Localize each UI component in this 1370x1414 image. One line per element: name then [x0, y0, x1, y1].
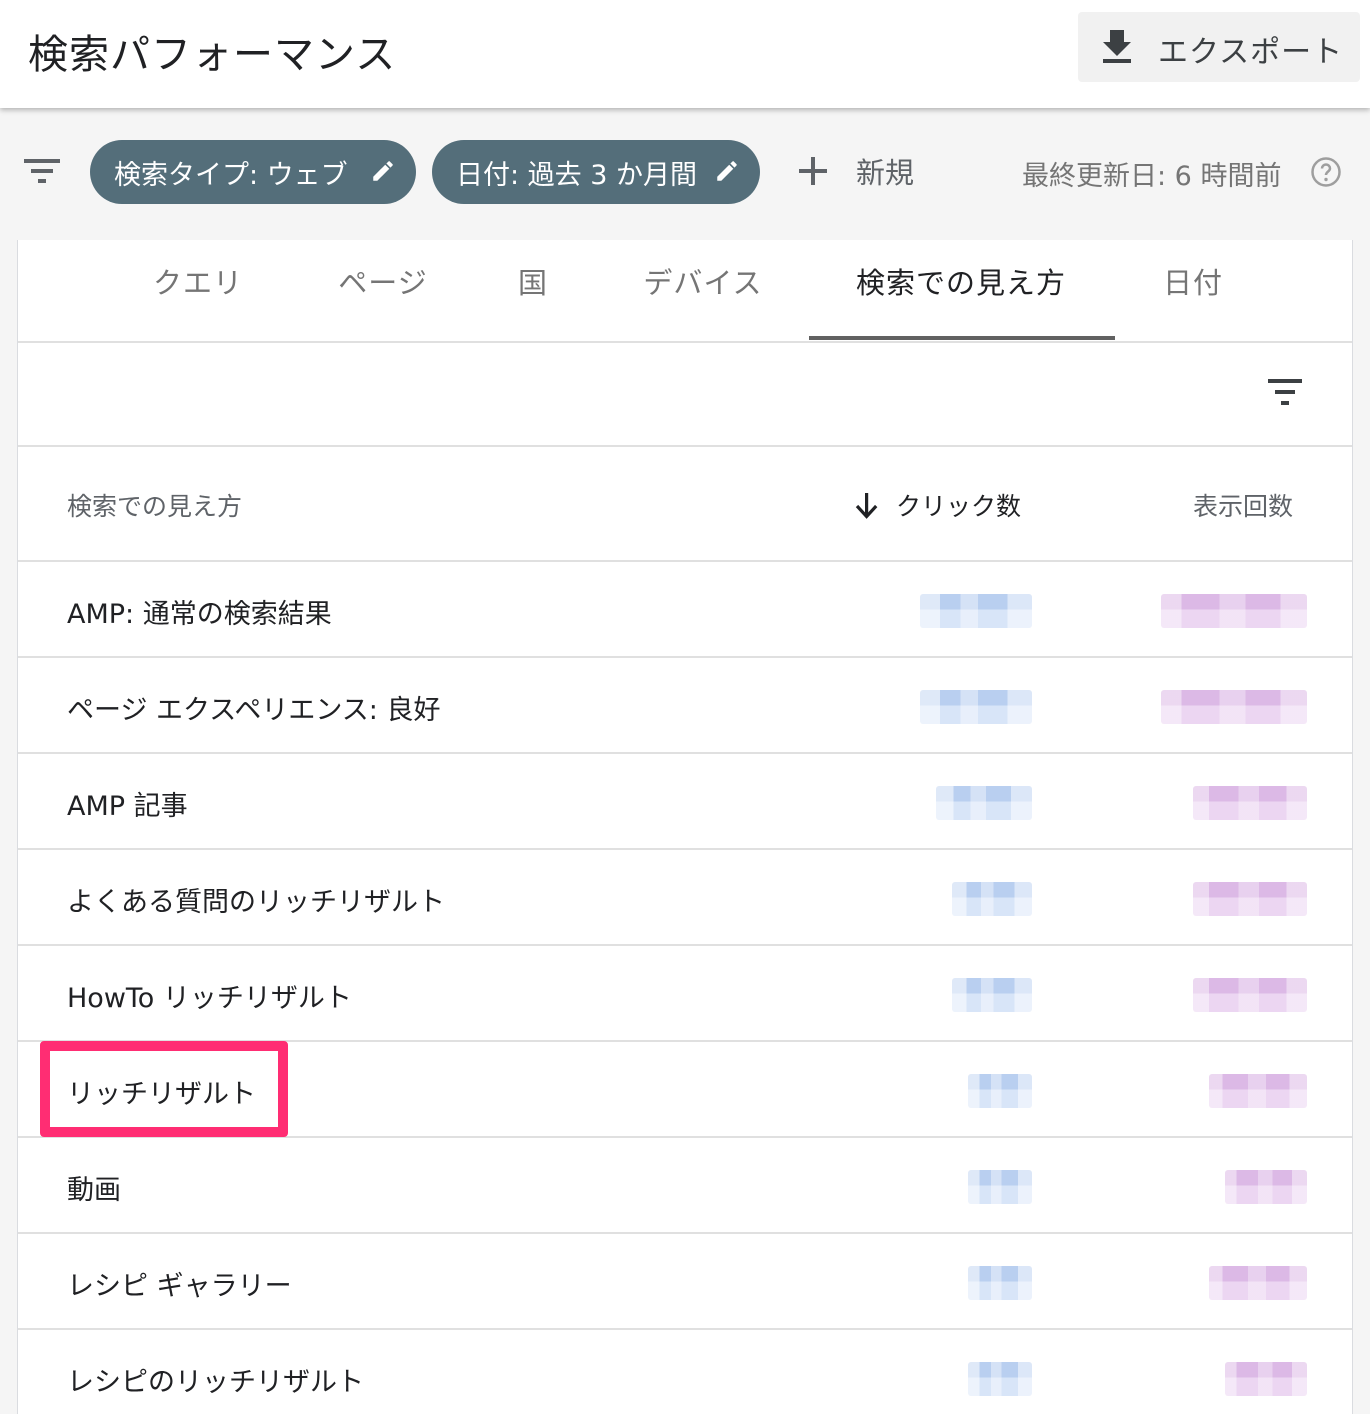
table-row[interactable]: AMP 記事: [18, 754, 1352, 850]
impressions-value-blurred: [1193, 786, 1307, 820]
dimension-tabs: クエリ ページ 国 デバイス 検索での見え方 日付: [18, 240, 1352, 343]
last-updated-text: 最終更新日: 6 時間前: [1022, 161, 1282, 192]
search-type-chip[interactable]: 検索タイプ: ウェブ: [90, 140, 416, 204]
clicks-value-blurred: [920, 594, 1032, 628]
arrow-down-icon: [855, 493, 878, 519]
row-name: リッチリザルト: [67, 1079, 256, 1110]
row-name: ページ エクスペリエンス: 良好: [67, 695, 441, 726]
table-row[interactable]: 動画: [18, 1138, 1352, 1234]
filter-list-icon[interactable]: [22, 156, 62, 186]
table-row[interactable]: よくある質問のリッチリザルト: [18, 850, 1352, 946]
row-name: よくある質問のリッチリザルト: [67, 887, 445, 918]
impressions-value-blurred: [1225, 1362, 1307, 1396]
table-row[interactable]: HowTo リッチリザルト: [18, 946, 1352, 1042]
download-icon: [1103, 30, 1131, 63]
clicks-value-blurred: [968, 1362, 1032, 1396]
column-header-appearance[interactable]: 検索での見え方: [67, 487, 242, 523]
impressions-value-blurred: [1225, 1170, 1307, 1204]
table-toolbar: [18, 343, 1352, 447]
row-name: HowTo リッチリザルト: [67, 983, 352, 1014]
row-name: レシピのリッチリザルト: [67, 1367, 364, 1398]
tab-search-appearance[interactable]: 検索での見え方: [830, 260, 1092, 300]
tab-page[interactable]: ページ: [323, 260, 443, 300]
date-chip[interactable]: 日付: 過去 3 か月間: [432, 140, 760, 204]
row-name: AMP 記事: [67, 791, 188, 822]
page-title: 検索パフォーマンス: [28, 32, 397, 78]
export-button[interactable]: エクスポート: [1078, 12, 1360, 82]
pencil-icon[interactable]: [370, 158, 396, 184]
tab-country[interactable]: 国: [498, 260, 568, 300]
table-row[interactable]: レシピのリッチリザルト: [18, 1330, 1352, 1414]
clicks-value-blurred: [952, 882, 1032, 916]
impressions-value-blurred: [1209, 1074, 1307, 1108]
clicks-value-blurred: [936, 786, 1032, 820]
impressions-value-blurred: [1209, 1266, 1307, 1300]
column-header-impressions[interactable]: 表示回数: [1193, 487, 1293, 523]
clicks-value-blurred: [968, 1266, 1032, 1300]
clicks-value-blurred: [920, 690, 1032, 724]
header: 検索パフォーマンス エクスポート: [0, 0, 1370, 108]
table-row[interactable]: リッチリザルト: [18, 1042, 1352, 1138]
table-row[interactable]: AMP: 通常の検索結果: [18, 562, 1352, 658]
table-row[interactable]: レシピ ギャラリー: [18, 1234, 1352, 1330]
new-filter-label: 新規: [856, 156, 915, 190]
impressions-value-blurred: [1193, 978, 1307, 1012]
search-type-chip-label: 検索タイプ: ウェブ: [114, 159, 348, 191]
clicks-value-blurred: [968, 1074, 1032, 1108]
row-name: レシピ ギャラリー: [67, 1271, 292, 1302]
new-filter-button[interactable]: 新規: [796, 148, 914, 194]
filter-list-icon[interactable]: [1266, 375, 1304, 409]
impressions-value-blurred: [1161, 690, 1307, 724]
tab-query[interactable]: クエリ: [138, 260, 258, 300]
table-header: 検索での見え方 クリック数 表示回数: [18, 447, 1352, 562]
pencil-icon[interactable]: [714, 158, 740, 184]
date-chip-label: 日付: 過去 3 か月間: [456, 159, 698, 191]
active-tab-indicator: [809, 336, 1115, 340]
table-row[interactable]: ページ エクスペリエンス: 良好: [18, 658, 1352, 754]
impressions-value-blurred: [1193, 882, 1307, 916]
tab-device[interactable]: デバイス: [628, 260, 778, 300]
help-circle-icon[interactable]: [1310, 156, 1342, 188]
clicks-value-blurred: [952, 978, 1032, 1012]
filter-bar: 検索タイプ: ウェブ 日付: 過去 3 か月間 新規 最終更新日: 6 時間前: [0, 108, 1370, 240]
column-header-clicks[interactable]: クリック数: [854, 487, 1021, 523]
tab-date[interactable]: 日付: [1148, 260, 1238, 300]
clicks-value-blurred: [968, 1170, 1032, 1204]
report-card: クエリ ページ 国 デバイス 検索での見え方 日付 検索での見え方 クリック数 …: [17, 240, 1353, 1414]
impressions-value-blurred: [1161, 594, 1307, 628]
export-label: エクスポート: [1158, 35, 1344, 70]
row-name: 動画: [67, 1175, 121, 1206]
row-name: AMP: 通常の検索結果: [67, 599, 332, 630]
column-header-clicks-label: クリック数: [896, 492, 1022, 521]
plus-icon: [799, 157, 827, 185]
